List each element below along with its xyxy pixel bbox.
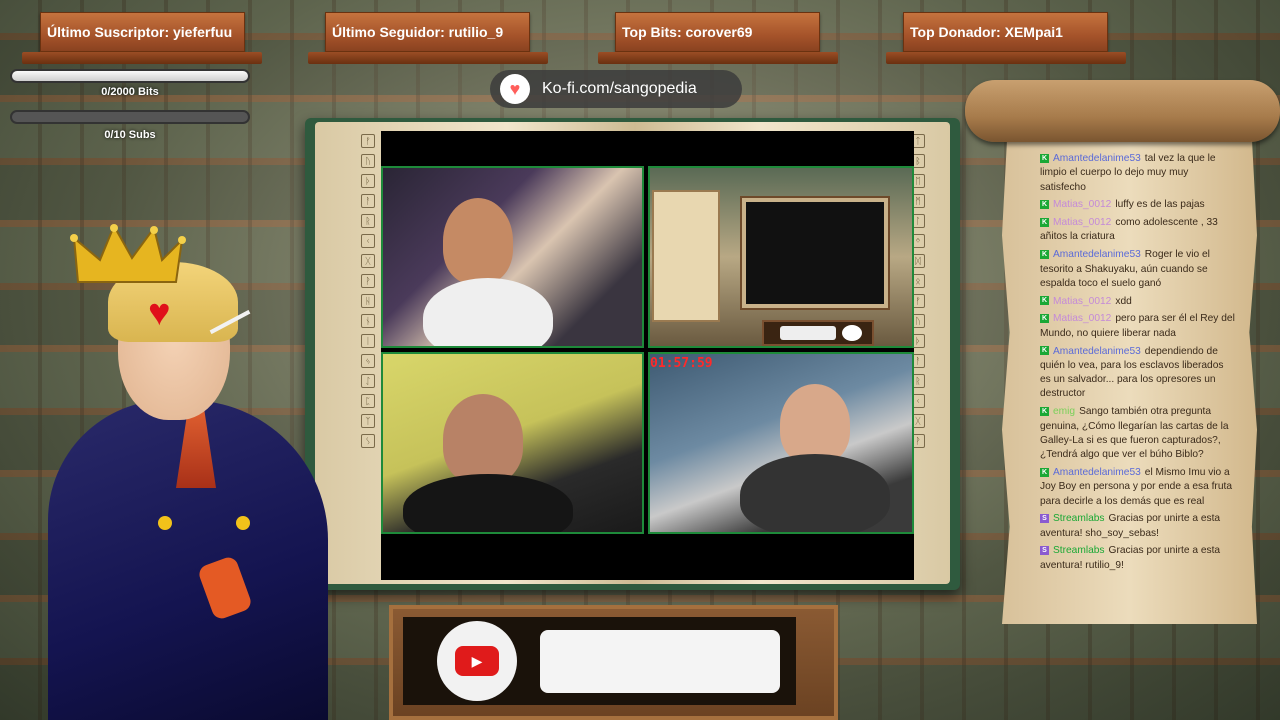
chat-message: S Streamlabs Gracias por unirte a esta ave… bbox=[1040, 544, 1236, 573]
host-figure bbox=[443, 198, 513, 284]
chat-message: K Matias_0012 pero para ser él el Rey del … bbox=[1040, 312, 1236, 341]
chat-badge-icon: S bbox=[1040, 546, 1049, 556]
crown-icon bbox=[70, 223, 186, 283]
chat-username[interactable]: Streamlabs bbox=[1053, 513, 1105, 524]
chat-username[interactable]: emig bbox=[1053, 406, 1075, 417]
banner-base bbox=[22, 52, 262, 64]
kofi-cup-icon: ♥ bbox=[500, 74, 530, 104]
chat-username[interactable]: Matias_0012 bbox=[1053, 199, 1111, 210]
chat-badge-icon: K bbox=[1040, 467, 1049, 477]
chat-message: K Matias_0012 xdd bbox=[1040, 295, 1236, 309]
chat-text: luffy es de las pajas bbox=[1115, 199, 1205, 211]
chat-badge-icon: K bbox=[1040, 218, 1049, 227]
last-follower-text: Último Seguidor: rutilio_9 bbox=[332, 24, 504, 40]
last-follower-banner: Último Seguidor: rutilio_9 bbox=[325, 12, 530, 52]
webcam-guest-1 bbox=[381, 352, 644, 534]
chat-scroll-rod bbox=[965, 80, 1280, 142]
subs-goal-bar bbox=[10, 110, 250, 124]
chat-message: S Streamlabs Gracias por unirte a esta ave… bbox=[1040, 512, 1236, 541]
chat-badge-icon: K bbox=[1040, 153, 1049, 163]
bits-goal-bar bbox=[10, 69, 250, 83]
chat-message: K Amantedelanime53 dependiendo de quién lo… bbox=[1040, 345, 1236, 402]
kofi-link[interactable]: ♥ Ko-fi.com/sangopedia bbox=[490, 70, 742, 108]
chat-badge-icon: K bbox=[1040, 296, 1049, 306]
chat-badge-icon: K bbox=[1040, 200, 1049, 210]
rune-column-left: ᚠᚢᚦᚨᚱᚲᚷᚹᚺᚾᛁᛃᛇᛈᛉᛊ bbox=[361, 134, 377, 448]
chat-username[interactable]: Streamlabs bbox=[1053, 545, 1105, 556]
stream-timer: 01:57:59 bbox=[650, 356, 713, 371]
subs-goal-label: 0/10 Subs bbox=[104, 129, 156, 141]
chat-username[interactable]: Amantedelanime53 bbox=[1053, 249, 1141, 260]
guest1-figure bbox=[443, 394, 523, 484]
chat-message: K Matias_0012 como adolescente , 33 añitos… bbox=[1040, 216, 1236, 245]
host-shirt bbox=[423, 278, 553, 346]
banner-base bbox=[308, 52, 548, 64]
mini-youtube-icon bbox=[842, 325, 862, 341]
chat-badge-icon: K bbox=[1040, 407, 1049, 417]
banner-base bbox=[598, 52, 838, 64]
guest1-shirt bbox=[403, 474, 573, 532]
chat-message: K Amantedelanime53 Roger le vio el tesorit… bbox=[1040, 248, 1236, 291]
mini-youtube-box bbox=[780, 326, 836, 340]
top-donor-text: Top Donador: XEMpai1 bbox=[910, 24, 1063, 40]
last-subscriber-banner: Último Suscriptor: yieferfuu bbox=[40, 12, 245, 52]
guest2-shirt bbox=[740, 454, 890, 532]
webcam-guest-2 bbox=[648, 352, 914, 534]
chat-message: K Matias_0012 luffy es de las pajas bbox=[1040, 198, 1236, 212]
chat-badge-icon: K bbox=[1040, 250, 1049, 260]
chat-username[interactable]: Amantedelanime53 bbox=[1053, 467, 1141, 478]
heart-eye-icon: ♥ bbox=[148, 292, 171, 334]
top-bits-text: Top Bits: corover69 bbox=[622, 24, 753, 40]
last-subscriber-text: Último Suscriptor: yieferfuu bbox=[47, 24, 233, 40]
chat-badge-icon: S bbox=[1040, 514, 1049, 524]
youtube-info-box bbox=[540, 630, 780, 693]
chat-username[interactable]: Amantedelanime53 bbox=[1053, 346, 1141, 357]
top-donor-banner: Top Donador: XEMpai1 bbox=[903, 12, 1108, 52]
chat-badge-icon: K bbox=[1040, 314, 1049, 324]
chat-badge-icon: K bbox=[1040, 346, 1049, 356]
chat-username[interactable]: Matias_0012 bbox=[1053, 313, 1111, 324]
mini-screen bbox=[746, 202, 884, 304]
chat-username[interactable]: Amantedelanime53 bbox=[1053, 153, 1141, 164]
webcam-host bbox=[381, 166, 644, 348]
youtube-play-icon: ▶ bbox=[455, 646, 499, 676]
youtube-button[interactable]: ▶ bbox=[437, 621, 517, 701]
bits-goal-label: 0/2000 Bits bbox=[101, 86, 159, 98]
top-bits-banner: Top Bits: corover69 bbox=[615, 12, 820, 52]
chat-message: Kemig Sango también otra pregunta genuina… bbox=[1040, 405, 1236, 462]
chat-list: K Amantedelanime53 tal vez la que le limpi… bbox=[1040, 152, 1236, 577]
mini-chat-scroll bbox=[652, 190, 720, 322]
chat-username[interactable]: Matias_0012 bbox=[1053, 217, 1111, 228]
chat-message: K Amantedelanime53 el Mismo Imu vio a Joy … bbox=[1040, 466, 1236, 509]
chat-text: xdd bbox=[1115, 295, 1132, 307]
coat-button bbox=[158, 516, 172, 530]
coat-button bbox=[236, 516, 250, 530]
banner-base bbox=[886, 52, 1126, 64]
chat-message: K Amantedelanime53 tal vez la que le limpi… bbox=[1040, 152, 1236, 195]
guest2-figure bbox=[780, 384, 850, 464]
chat-username[interactable]: Matias_0012 bbox=[1053, 296, 1111, 307]
kofi-text: Ko-fi.com/sangopedia bbox=[542, 80, 697, 97]
